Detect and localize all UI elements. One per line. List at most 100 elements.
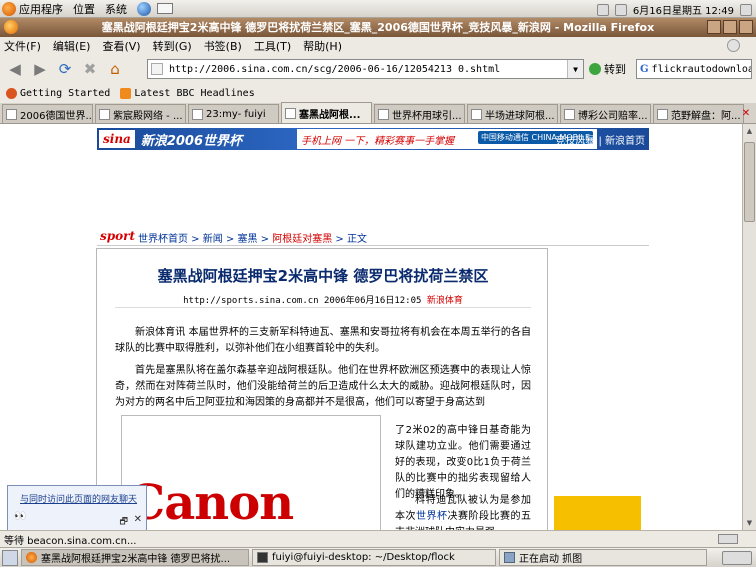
menu-help[interactable]: 帮助(H) [303, 38, 342, 54]
maximize-button[interactable] [723, 20, 737, 34]
tab-3[interactable]: 23:my- fuiyi [188, 104, 279, 123]
tab-8[interactable]: 范野解盘：阿... [653, 104, 744, 123]
menu-view[interactable]: 查看(V) [102, 38, 140, 54]
window-menu-icon[interactable] [4, 20, 18, 34]
workspace-switcher[interactable] [722, 550, 752, 565]
task-terminal[interactable]: fuiyi@fuiyi-desktop: ~/Desktop/flock [252, 549, 496, 566]
page-content: sina 新浪2006世界杯 手机上网 一下，精彩赛事一手掌握 中国移动通信 C… [0, 124, 742, 530]
sina-sport-logo[interactable]: sport [100, 229, 135, 243]
article: 塞黑战阿根廷押宝2米高中锋 德罗巴将扰荷兰禁区 http://sports.si… [96, 248, 548, 530]
search-input[interactable]: G flickrautodownloadr [636, 59, 752, 79]
tab-1[interactable]: 2006德国世界... [2, 104, 93, 123]
worldcup-link[interactable]: 世界杯 [416, 511, 448, 522]
go-button[interactable]: 转到 [589, 60, 626, 78]
google-icon[interactable]: G [640, 64, 649, 75]
window-title: 塞黑战阿根廷押宝2米高中锋 德罗巴将扰荷兰禁区_塞黑_2006德国世界杯_竞技风… [101, 21, 655, 34]
show-desktop-button[interactable] [2, 549, 18, 566]
firefox-icon [6, 87, 17, 99]
sina-logo[interactable]: sina [99, 130, 135, 148]
menu-edit[interactable]: 编辑(E) [53, 38, 91, 54]
power-icon[interactable] [740, 3, 752, 16]
go-arrow-icon [589, 63, 601, 75]
crumb-worldcup-home[interactable]: 世界杯首页 [138, 234, 188, 245]
menu-file[interactable]: 文件(F) [4, 38, 41, 54]
banner-links[interactable]: 竞技风暴 | 新浪首页 [555, 132, 645, 147]
minimize-button[interactable] [707, 20, 721, 34]
bookmarks-toolbar: Getting Started Latest BBC Headlines [0, 83, 756, 103]
scroll-thumb[interactable] [744, 142, 755, 222]
screenshot-icon [504, 552, 515, 563]
close-icon[interactable]: ✕ [134, 514, 142, 525]
task-screenshot[interactable]: 正在启动 抓图 [499, 549, 707, 566]
worldcup-title[interactable]: 新浪2006世界杯 [141, 130, 242, 149]
url-dropdown-icon[interactable]: ▼ [567, 60, 583, 78]
tab-label: 塞黑战阿根... [299, 109, 361, 121]
back-button[interactable]: ◀ [4, 58, 26, 80]
close-tab-icon[interactable]: ✕ [739, 106, 753, 120]
scroll-down-icon[interactable]: ▼ [743, 516, 756, 530]
top-panel: 应用程序 位置 系统 6月16日星期五 12:49 [0, 0, 756, 18]
page-favicon-icon [151, 63, 163, 75]
clock[interactable]: 6月16日星期五 12:49 [633, 2, 734, 17]
crumb-match[interactable]: 阿根廷对塞黑 [272, 234, 332, 245]
page-icon [657, 108, 668, 120]
ad-text: 手机上网 一下，精彩赛事一手掌握 [301, 135, 455, 147]
vertical-scrollbar[interactable]: ▲ ▼ [742, 124, 756, 530]
article-date: http://sports.sina.com.cn 2006年06月16日12:… [183, 296, 422, 306]
bookmark-bbc-headlines[interactable]: Latest BBC Headlines [120, 87, 255, 99]
menu-tools[interactable]: 工具(T) [254, 38, 291, 54]
window-titlebar[interactable]: 塞黑战阿根廷押宝2米高中锋 德罗巴将扰荷兰禁区_塞黑_2006德国世界杯_竞技风… [0, 18, 756, 37]
system-label: 系统 [105, 2, 127, 16]
tab-6[interactable]: 半场进球阿根... [467, 104, 558, 123]
places-label: 位置 [73, 2, 95, 16]
firefox-launcher-icon[interactable] [137, 1, 151, 16]
progress-icon [718, 534, 738, 544]
bottom-panel: 塞黑战阿根廷押宝2米高中锋 德罗巴将扰... fuiyi@fuiyi-deskt… [0, 547, 756, 567]
status-text: 等待 beacon.sina.com.cn... [4, 535, 137, 547]
page-icon [564, 108, 575, 120]
system-menu[interactable]: 系统 [105, 1, 127, 17]
close-window-button[interactable] [739, 20, 753, 34]
bookmark-label: Latest BBC Headlines [134, 87, 255, 99]
page-icon [378, 108, 389, 120]
stop-button[interactable]: ✖ [79, 58, 101, 80]
page-icon [471, 108, 482, 120]
china-mobile-ad[interactable]: 手机上网 一下，精彩赛事一手掌握 中国移动通信 CHINA MOBILE [297, 129, 597, 149]
reload-button[interactable]: ⟳ [54, 58, 76, 80]
bookmark-label: Getting Started [20, 87, 111, 99]
places-menu[interactable]: 位置 [73, 1, 95, 17]
tab-2[interactable]: 紫宸殿网络 - ... [95, 104, 186, 123]
gnome-foot-icon [2, 1, 16, 16]
tab-5[interactable]: 世界杯用球引... [374, 104, 465, 123]
scroll-up-icon[interactable]: ▲ [743, 124, 756, 138]
tab-4-active[interactable]: 塞黑战阿根... [281, 102, 372, 123]
eyes-icon: 👀 [14, 511, 27, 522]
menu-bookmarks[interactable]: 书签(B) [204, 38, 242, 54]
menu-go[interactable]: 转到(G) [153, 38, 192, 54]
terminal-icon [257, 552, 268, 563]
crumb-news[interactable]: 新闻 [203, 234, 223, 245]
forward-button[interactable]: ▶ [29, 58, 51, 80]
tab-label: 23:my- fuiyi [206, 108, 266, 120]
crumb-serbia[interactable]: 塞黑 [238, 234, 258, 245]
sina-worldcup-banner: sina 新浪2006世界杯 手机上网 一下，精彩赛事一手掌握 中国移动通信 C… [97, 128, 649, 150]
chat-link[interactable]: 与同时访问此页面的网友聊天 [20, 492, 137, 505]
volume-icon[interactable] [614, 3, 627, 16]
bookmark-getting-started[interactable]: Getting Started [6, 87, 111, 99]
canon-logo[interactable]: Canon [127, 475, 294, 530]
status-bar: 等待 beacon.sina.com.cn... [0, 530, 756, 547]
restore-icon[interactable]: 🗗 [120, 514, 128, 530]
article-source[interactable]: 新浪体育 [427, 296, 463, 306]
url-bar[interactable]: http://2006.sina.com.cn/scg/2006-06-16/1… [147, 59, 584, 79]
tab-7[interactable]: 博彩公司赔率... [560, 104, 651, 123]
task-label: 塞黑战阿根廷押宝2米高中锋 德罗巴将扰... [41, 554, 231, 565]
mail-launcher-icon[interactable] [157, 3, 173, 14]
tab-label: 半场进球阿根... [485, 110, 555, 122]
network-icon[interactable] [596, 3, 609, 16]
applications-menu[interactable]: 应用程序 [2, 1, 63, 17]
tab-label: 博彩公司赔率... [578, 110, 648, 122]
side-ad[interactable] [554, 496, 641, 530]
home-button[interactable]: ⌂ [104, 58, 126, 80]
task-firefox[interactable]: 塞黑战阿根廷押宝2米高中锋 德罗巴将扰... [21, 549, 249, 566]
menubar: 文件(F) 编辑(E) 查看(V) 转到(G) 书签(B) 工具(T) 帮助(H… [0, 37, 756, 55]
